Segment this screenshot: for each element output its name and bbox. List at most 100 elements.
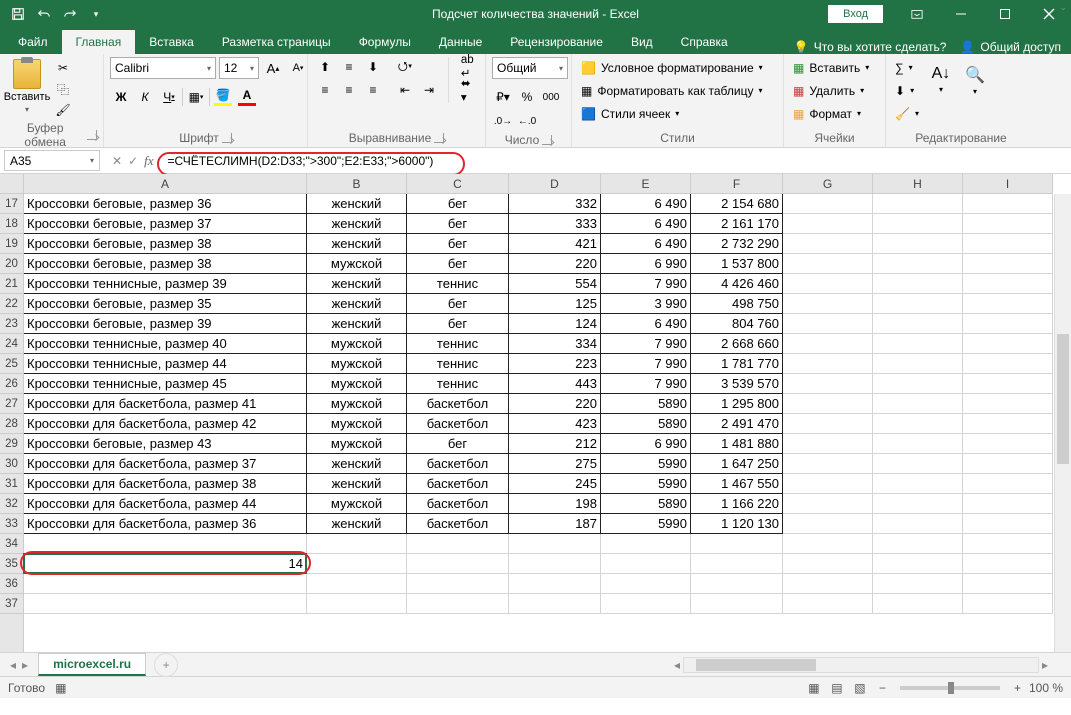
scrollbar-thumb[interactable] [1057, 334, 1069, 464]
next-sheet-icon[interactable]: ▸ [22, 658, 28, 672]
cell[interactable]: 332 [509, 194, 601, 214]
cell[interactable]: женский [307, 234, 407, 254]
cell[interactable] [963, 274, 1053, 294]
increase-font-icon[interactable]: A▴ [262, 58, 284, 78]
vertical-scrollbar[interactable] [1054, 194, 1071, 652]
minimize-icon[interactable] [939, 0, 983, 28]
cell[interactable]: Кроссовки теннисные, размер 40 [24, 334, 307, 354]
fill-color-button[interactable]: 🪣 [212, 87, 234, 107]
cell[interactable]: 5890 [601, 414, 691, 434]
cell[interactable]: 124 [509, 314, 601, 334]
number-format-combo[interactable]: Общий▾ [492, 57, 568, 79]
fx-icon[interactable]: fx [144, 153, 153, 169]
cell[interactable]: 5890 [601, 494, 691, 514]
align-center-icon[interactable]: ≡ [338, 80, 360, 100]
macro-record-icon[interactable]: ▦ [55, 681, 66, 695]
cell[interactable]: теннис [407, 354, 509, 374]
bold-button[interactable]: Ж [110, 87, 132, 107]
dialog-launcher-icon[interactable] [434, 133, 444, 143]
cell[interactable] [873, 314, 963, 334]
cell[interactable]: 14 [24, 554, 307, 574]
cell[interactable] [509, 594, 601, 614]
cell[interactable] [873, 534, 963, 554]
row-header[interactable]: 28 [0, 414, 23, 434]
cell[interactable] [963, 594, 1053, 614]
cell[interactable] [873, 194, 963, 214]
scroll-right-icon[interactable]: ▸ [1039, 658, 1051, 672]
cell[interactable]: бег [407, 214, 509, 234]
italic-button[interactable]: К [134, 87, 156, 107]
cell[interactable]: 804 760 [691, 314, 783, 334]
cell[interactable]: баскетбол [407, 494, 509, 514]
comma-icon[interactable]: 000 [540, 87, 562, 107]
cell[interactable] [783, 274, 873, 294]
cell[interactable] [783, 554, 873, 574]
autosum-button[interactable]: ∑▾ [892, 57, 922, 78]
cell[interactable] [783, 334, 873, 354]
row-header[interactable]: 19 [0, 234, 23, 254]
cell[interactable]: 245 [509, 474, 601, 494]
cell[interactable] [691, 554, 783, 574]
cell[interactable] [601, 594, 691, 614]
cell[interactable]: 5990 [601, 454, 691, 474]
conditional-formatting-button[interactable]: 🟨Условное форматирование▾ [578, 57, 766, 78]
ribbon-options-icon[interactable] [895, 0, 939, 28]
cell[interactable] [24, 594, 307, 614]
cell[interactable]: мужской [307, 374, 407, 394]
cell[interactable]: бег [407, 194, 509, 214]
cell[interactable]: Кроссовки беговые, размер 36 [24, 194, 307, 214]
cell[interactable]: 7 990 [601, 274, 691, 294]
cell[interactable] [307, 554, 407, 574]
cell[interactable]: баскетбол [407, 454, 509, 474]
name-box[interactable]: A35▾ [4, 150, 100, 171]
border-button[interactable]: ▦▾ [185, 87, 207, 107]
cell[interactable]: теннис [407, 374, 509, 394]
cell[interactable] [873, 274, 963, 294]
cell[interactable] [24, 534, 307, 554]
cell[interactable] [307, 594, 407, 614]
dialog-launcher-icon[interactable] [542, 135, 552, 145]
align-middle-icon[interactable]: ≡ [338, 57, 360, 77]
formula-input[interactable]: =СЧЁТЕСЛИМН(D2:D33;">300";E2:E33;">6000"… [162, 154, 1071, 168]
cell[interactable] [783, 354, 873, 374]
tab-data[interactable]: Данные [425, 30, 496, 54]
cell[interactable]: 6 490 [601, 314, 691, 334]
cell[interactable] [963, 234, 1053, 254]
cell[interactable]: Кроссовки для баскетбола, размер 36 [24, 514, 307, 534]
cell[interactable]: 2 732 290 [691, 234, 783, 254]
increase-decimal-icon[interactable]: .0→ [492, 111, 514, 131]
cell-styles-button[interactable]: 🟦Стили ячеек▾ [578, 103, 766, 124]
row-header[interactable]: 17 [0, 194, 23, 214]
share-button[interactable]: 👤 Общий доступ [960, 40, 1061, 54]
find-select-button[interactable]: 🔍▾ [960, 57, 990, 98]
format-painter-icon[interactable]: 🖌 [52, 101, 74, 119]
column-header[interactable]: C [407, 174, 509, 193]
zoom-thumb[interactable] [948, 682, 954, 694]
row-header[interactable]: 29 [0, 434, 23, 454]
orientation-icon[interactable]: ⭯▾ [394, 57, 416, 77]
cell[interactable]: Кроссовки беговые, размер 39 [24, 314, 307, 334]
redo-icon[interactable] [58, 2, 82, 26]
cell[interactable] [963, 394, 1053, 414]
cell[interactable] [407, 594, 509, 614]
cell[interactable] [24, 574, 307, 594]
cell[interactable] [963, 474, 1053, 494]
cell[interactable]: женский [307, 474, 407, 494]
cell[interactable] [783, 454, 873, 474]
cell[interactable] [963, 434, 1053, 454]
cell[interactable]: мужской [307, 334, 407, 354]
cell[interactable] [963, 374, 1053, 394]
cell[interactable]: 1 537 800 [691, 254, 783, 274]
cell[interactable] [963, 454, 1053, 474]
cell[interactable]: 220 [509, 394, 601, 414]
cell[interactable] [873, 214, 963, 234]
cell[interactable]: 1 481 880 [691, 434, 783, 454]
decrease-indent-icon[interactable]: ⇤ [394, 80, 416, 100]
cell[interactable]: 5890 [601, 394, 691, 414]
underline-button[interactable]: Ч▾ [158, 87, 180, 107]
cell[interactable] [963, 534, 1053, 554]
column-header[interactable]: G [783, 174, 873, 193]
scroll-left-icon[interactable]: ◂ [671, 658, 683, 672]
zoom-in-icon[interactable]: + [1014, 681, 1021, 695]
select-all-corner[interactable] [0, 174, 24, 194]
